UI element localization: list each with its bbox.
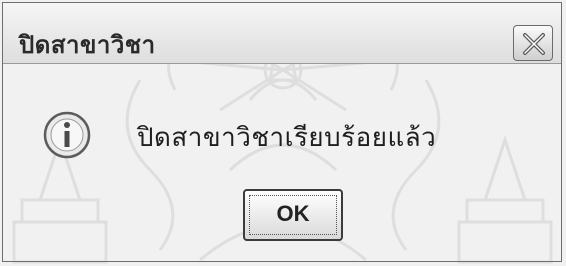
close-icon [523, 33, 545, 55]
ok-button[interactable]: OK [243, 189, 343, 241]
close-button[interactable] [513, 25, 553, 61]
message-dialog: ปิดสาขาวิชา ปิดสาขาวิชาเรียบร้อยแล้ว OK [2, 2, 562, 262]
dialog-titlebar[interactable]: ปิดสาขาวิชา [3, 3, 561, 64]
dialog-message: ปิดสาขาวิชาเรียบร้อยแล้ว [137, 123, 437, 153]
dialog-title: ปิดสาขาวิชา [19, 31, 156, 59]
ok-button-label: OK [276, 201, 310, 226]
info-icon [43, 111, 91, 159]
